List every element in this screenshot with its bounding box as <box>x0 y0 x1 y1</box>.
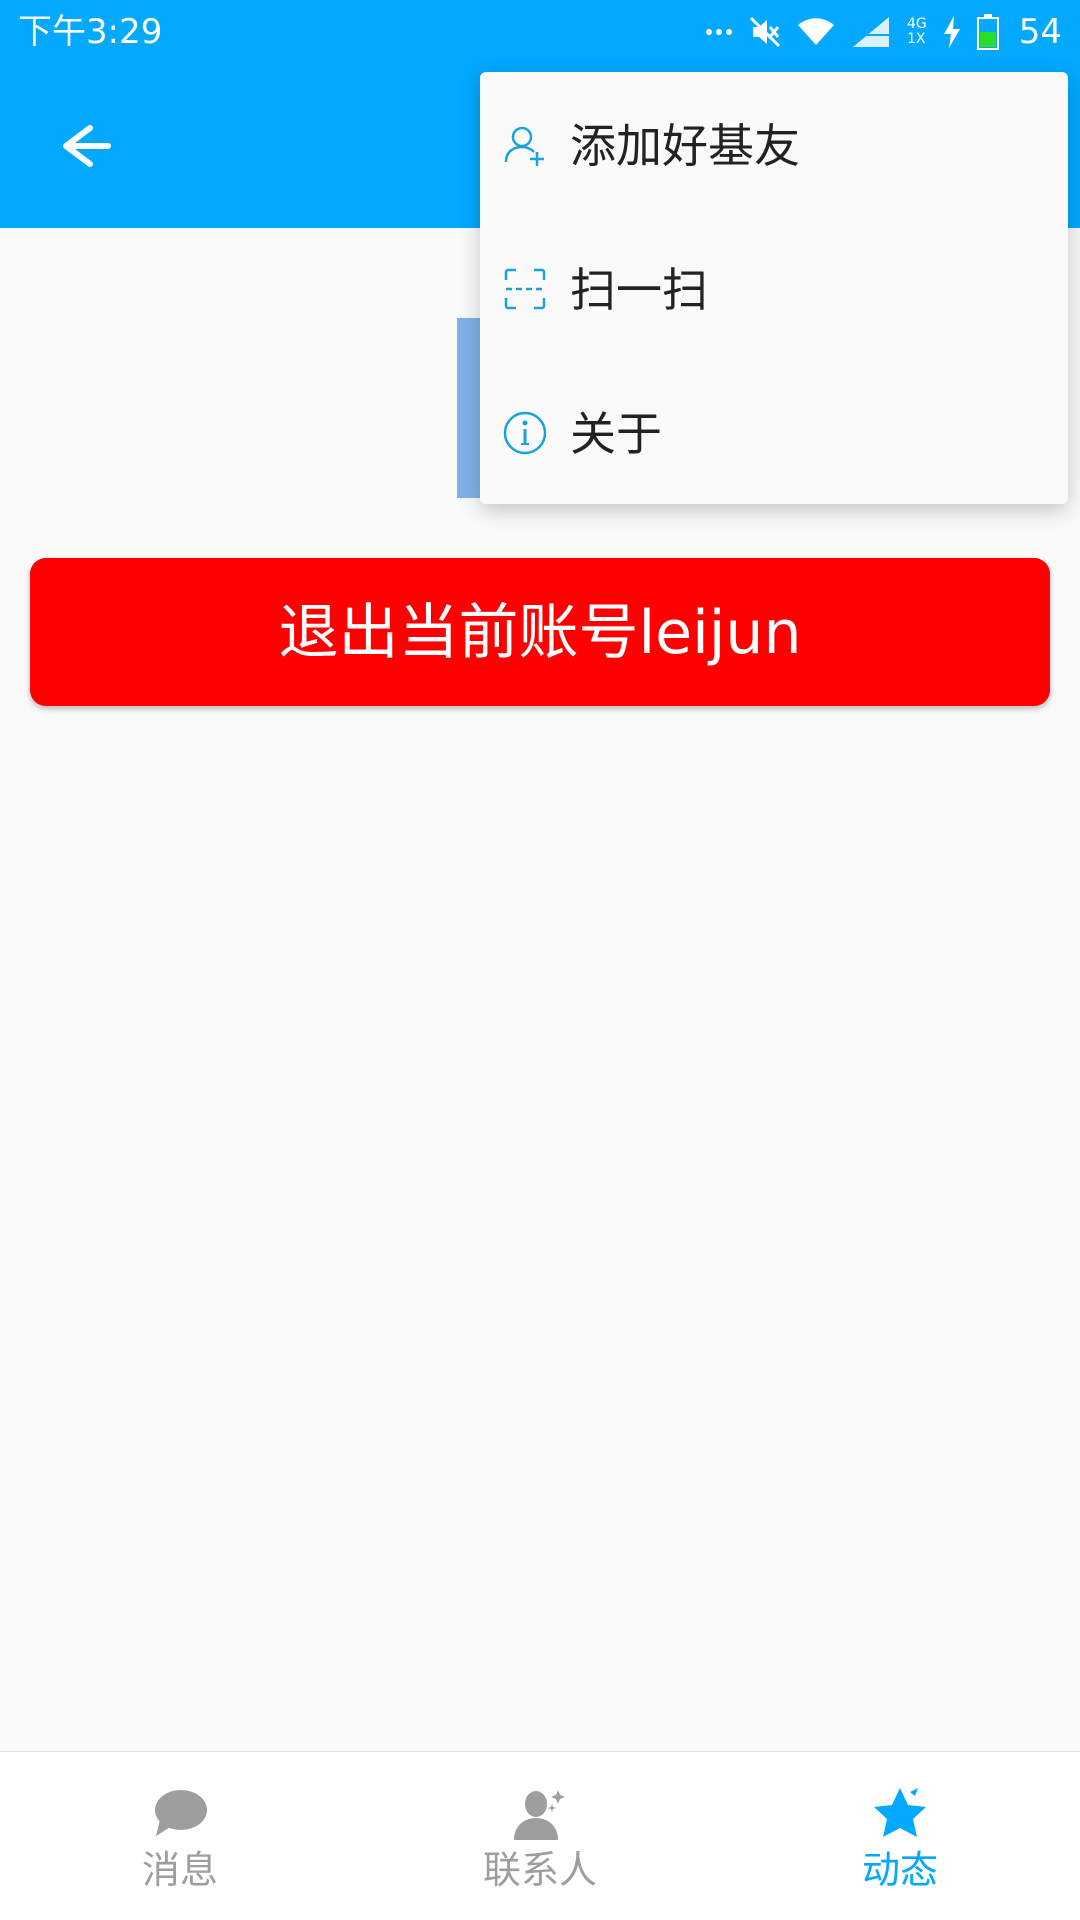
contact-person-icon <box>510 1786 570 1842</box>
bottom-nav: 消息 联系人 动态 <box>0 1751 1080 1920</box>
tab-moments[interactable]: 动态 <box>720 1752 1080 1920</box>
arrow-left-icon <box>63 125 111 167</box>
nav-label: 动态 <box>861 1848 938 1892</box>
screen: 下午3:29 4G 1X 54 退出当前账号leijun 添加好基友 扫一扫 关… <box>0 0 1080 1920</box>
scan-icon <box>502 266 548 312</box>
menu-item-label: 扫一扫 <box>570 263 708 317</box>
menu-item-about[interactable]: 关于 <box>480 360 1068 504</box>
nav-label: 联系人 <box>482 1848 597 1892</box>
menu-item-scan[interactable]: 扫一扫 <box>480 216 1068 360</box>
overflow-menu: 添加好基友 扫一扫 关于 <box>480 72 1068 504</box>
back-button[interactable] <box>50 116 120 176</box>
menu-item-label: 关于 <box>570 407 662 461</box>
tab-contacts[interactable]: 联系人 <box>360 1752 720 1920</box>
more-dots-icon <box>705 27 733 37</box>
charging-icon <box>943 16 961 48</box>
mute-icon <box>749 16 781 48</box>
status-icons: 4G 1X 54 <box>705 8 1062 56</box>
message-bubble-icon <box>150 1786 210 1842</box>
wifi-icon <box>797 17 835 47</box>
status-time: 下午3:29 <box>18 12 163 52</box>
battery-icon <box>976 14 999 50</box>
nav-label: 消息 <box>141 1848 218 1892</box>
menu-item-add-friend[interactable]: 添加好基友 <box>480 72 1068 216</box>
add-friend-icon <box>502 122 548 168</box>
tab-messages[interactable]: 消息 <box>0 1752 360 1920</box>
status-bar: 下午3:29 4G 1X 54 <box>0 0 1080 64</box>
network-type: 4G 1X <box>906 16 927 47</box>
menu-item-label: 添加好基友 <box>570 119 800 173</box>
signal-icon <box>851 15 891 49</box>
info-icon <box>502 410 548 456</box>
star-icon <box>870 1786 930 1842</box>
logout-button[interactable]: 退出当前账号leijun <box>30 558 1050 706</box>
battery-level: 54 <box>1018 12 1062 52</box>
